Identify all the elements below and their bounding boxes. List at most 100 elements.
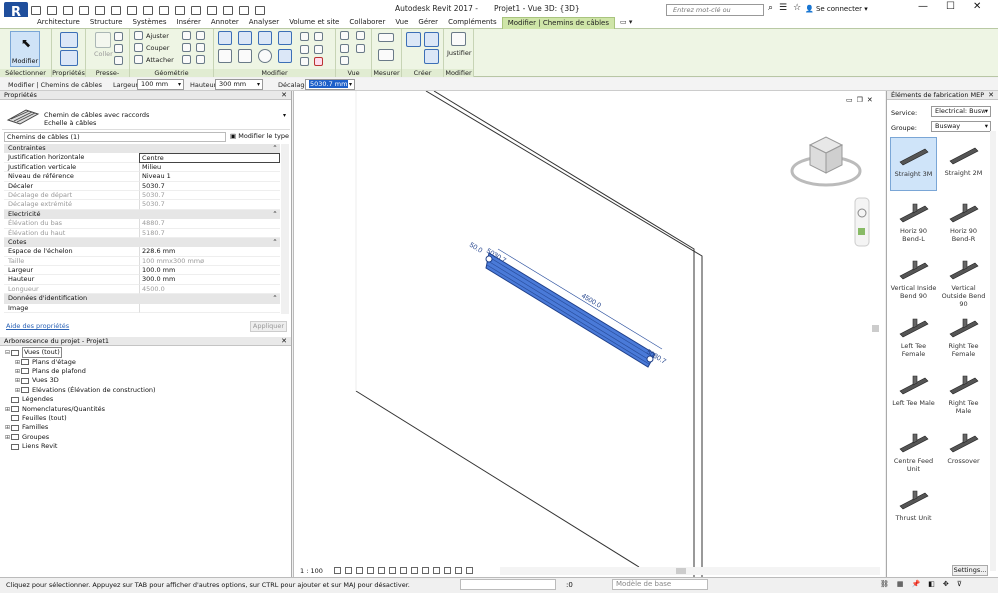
viewport-minimize-icon[interactable]: ▭ — [846, 96, 853, 104]
align-icon[interactable] — [218, 31, 232, 45]
redo-icon[interactable] — [95, 5, 105, 15]
modify-button[interactable]: ⬉ Modifier — [10, 31, 40, 67]
attach-label[interactable]: Attacher — [146, 56, 174, 64]
property-section[interactable]: Electricité ⌃ — [4, 209, 280, 220]
browser-node[interactable]: ⊞ Familles — [4, 423, 156, 432]
settings-button[interactable]: Settings... — [952, 565, 988, 576]
vertical-scroll-thumb[interactable] — [872, 325, 879, 332]
dimension-icon[interactable] — [143, 5, 153, 15]
close-button[interactable]: ✕ — [973, 1, 981, 12]
cable-tray[interactable] — [485, 252, 656, 368]
cut-geometry-icon[interactable] — [134, 43, 143, 52]
collapse-icon[interactable]: ⌃ — [270, 294, 280, 303]
end-grip-icon[interactable] — [646, 355, 654, 363]
crop-view-icon[interactable] — [389, 567, 396, 574]
maximize-button[interactable]: ☐ — [946, 1, 955, 12]
horizontal-scrollbar[interactable] — [500, 567, 880, 575]
property-value[interactable]: Niveau 1 — [139, 172, 280, 182]
browser-node[interactable]: Liens Revit — [4, 442, 156, 451]
expand-toggle-icon[interactable]: ⊞ — [14, 367, 21, 376]
collapse-icon[interactable]: ⌃ — [270, 238, 280, 247]
ribbon-minimize-toggle[interactable]: ▭ ▾ — [615, 17, 637, 29]
worksharing-icon[interactable] — [444, 567, 451, 574]
linework-icon[interactable] — [340, 44, 349, 53]
drag-elements-icon[interactable]: ✥ — [943, 580, 949, 588]
measure-along-icon[interactable] — [378, 49, 394, 61]
match-type-icon[interactable] — [114, 56, 123, 65]
select-by-face-icon[interactable]: ◧ — [928, 580, 935, 588]
section-icon[interactable] — [207, 5, 217, 15]
justify-label[interactable]: Justifier — [447, 49, 472, 57]
expand-toggle-icon[interactable]: ⊞ — [4, 433, 11, 442]
pin-icon[interactable] — [300, 57, 309, 66]
select-underlay-icon[interactable]: ▦ — [897, 580, 904, 588]
edit-type-button[interactable]: ▣ Modifier le type — [230, 132, 289, 140]
tab-addins[interactable]: Compléments — [443, 17, 502, 29]
expand-toggle-icon[interactable]: ⊞ — [4, 423, 11, 432]
design-option-select[interactable]: Modèle de base — [612, 579, 708, 590]
save-icon[interactable] — [47, 5, 57, 15]
join-geometry-icon[interactable] — [196, 55, 205, 64]
dim-left[interactable]: 50.0 — [468, 242, 483, 255]
measure-icon[interactable] — [127, 5, 137, 15]
fabrication-part-item[interactable]: Vertical Inside Bend 90 — [890, 252, 937, 306]
tab-annotate[interactable]: Annoter — [206, 17, 244, 29]
close-browser-icon[interactable]: ✕ — [281, 337, 287, 346]
browser-node[interactable]: ⊞ Elévations (Élévation de construction) — [4, 386, 156, 395]
height-select[interactable]: 300 mm — [215, 79, 263, 90]
type-properties-icon[interactable] — [60, 50, 78, 66]
mirror-axis-icon[interactable] — [258, 31, 272, 45]
join-label[interactable]: Couper — [146, 44, 169, 52]
cut-geometry-label[interactable]: Ajuster — [146, 32, 169, 40]
workset-select[interactable] — [460, 579, 556, 590]
split-face-icon[interactable] — [196, 31, 205, 40]
browser-node[interactable]: ⊞ Nomenclatures/Quantités — [4, 404, 156, 413]
horizontal-scroll-thumb[interactable] — [676, 568, 686, 574]
view-range-icon[interactable] — [356, 44, 365, 53]
override-graphics-icon[interactable] — [356, 31, 365, 40]
collapse-icon[interactable]: ⌃ — [270, 144, 280, 153]
tab-analyze[interactable]: Analyser — [244, 17, 284, 29]
array-icon[interactable] — [300, 45, 309, 54]
select-box-icon[interactable] — [340, 56, 349, 65]
property-value[interactable]: Centre — [139, 153, 280, 163]
sun-path-icon[interactable] — [356, 567, 363, 574]
highlight-icon[interactable] — [466, 567, 473, 574]
tab-massing[interactable]: Volume et site — [284, 17, 344, 29]
fabrication-part-item[interactable]: Straight 3M — [890, 137, 937, 191]
expand-toggle-icon[interactable]: ⊞ — [14, 376, 21, 385]
justify-icon[interactable] — [451, 32, 466, 46]
scale-icon[interactable] — [314, 45, 323, 54]
mirror-draw-icon[interactable] — [278, 31, 292, 45]
browser-node[interactable]: ⊞ Plans de plafond — [4, 367, 156, 376]
hide-in-view-icon[interactable] — [340, 31, 349, 40]
fabrication-part-item[interactable]: Horiz 90 Bend-R — [940, 195, 987, 249]
close-hidden-icon[interactable] — [239, 5, 249, 15]
view-scale[interactable]: 1 : 100 — [300, 567, 323, 575]
expand-toggle-icon[interactable]: ⊞ — [14, 358, 21, 367]
analytical-icon[interactable] — [455, 567, 462, 574]
fabrication-part-item[interactable]: Crossover — [940, 425, 987, 479]
3d-view-icon[interactable] — [191, 5, 201, 15]
tab-collaborate[interactable]: Collaborer — [344, 17, 390, 29]
panel-title-select[interactable]: Sélectionner — [0, 69, 51, 77]
visual-style-icon[interactable] — [345, 567, 352, 574]
offset-icon[interactable] — [238, 31, 252, 45]
signin-button[interactable]: 👤 Se connecter ▾ — [805, 5, 868, 13]
fabrication-part-item[interactable]: Centre Feed Unit — [890, 425, 937, 479]
model-canvas[interactable]: 50.0 5030.7 4500.0 5030.7 — [294, 90, 886, 577]
comm-center-icon[interactable]: ☰ — [779, 3, 787, 13]
fabrication-part-item[interactable]: Horiz 90 Bend-L — [890, 195, 937, 249]
render-icon[interactable] — [378, 567, 385, 574]
expand-toggle-icon[interactable]: ⊟ — [4, 348, 11, 357]
trim-extend-icon[interactable] — [278, 49, 292, 63]
properties-scrollbar[interactable] — [281, 144, 289, 314]
zoom-icon[interactable] — [858, 228, 865, 235]
property-section[interactable]: Contraintes ⌃ — [4, 144, 280, 154]
copy-icon[interactable] — [114, 44, 123, 53]
delete-icon[interactable] — [314, 57, 323, 66]
fabrication-part-item[interactable]: Left Tee Female — [890, 310, 937, 364]
open-icon[interactable] — [31, 5, 41, 15]
wall-join-icon[interactable] — [182, 31, 191, 40]
print-icon[interactable] — [111, 5, 121, 15]
